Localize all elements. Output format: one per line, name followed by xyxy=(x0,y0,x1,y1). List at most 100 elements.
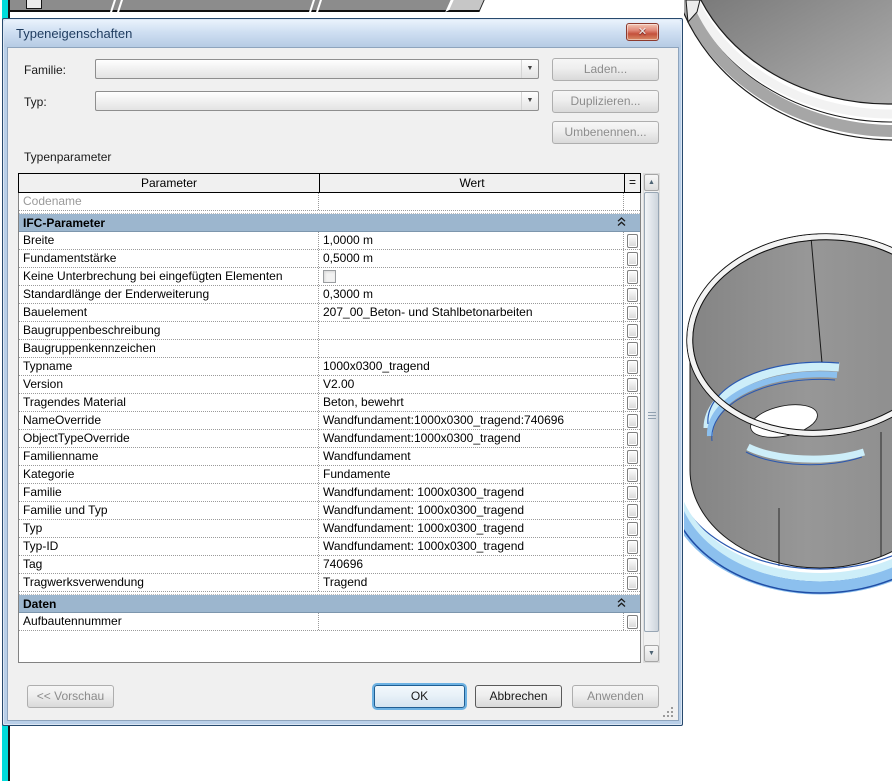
parameter-value-cell[interactable]: 1,0000 m xyxy=(319,232,624,249)
close-button[interactable]: ✕ xyxy=(626,23,659,41)
parameter-row[interactable]: TragwerksverwendungTragend xyxy=(19,574,640,592)
parameter-row[interactable]: VersionV2.00 xyxy=(19,376,640,394)
parameter-value-cell[interactable] xyxy=(319,322,624,339)
scrollbar-thumb[interactable] xyxy=(644,192,659,632)
family-combobox[interactable]: ▼ xyxy=(95,59,539,79)
parameter-row[interactable]: Standardlänge der Enderweiterung0,3000 m xyxy=(19,286,640,304)
cylindrical-wall-model[interactable] xyxy=(684,223,892,593)
parameter-value-cell[interactable]: Wandfundament xyxy=(319,448,624,465)
table-scrollbar[interactable]: ▲ ▼ xyxy=(643,173,660,663)
preview-button[interactable]: << Vorschau xyxy=(27,685,114,708)
parameter-row[interactable]: Baugruppenbeschreibung xyxy=(19,322,640,340)
parameter-row[interactable]: Baugruppenkennzeichen xyxy=(19,340,640,358)
equals-header-cell[interactable]: = xyxy=(624,174,640,192)
parameter-row[interactable]: Typ-IDWandfundament: 1000x0300_tragend xyxy=(19,538,640,556)
associate-parameter-button[interactable] xyxy=(627,504,638,518)
parameter-value-cell[interactable]: 0,3000 m xyxy=(319,286,624,303)
parameter-value-cell[interactable]: 1000x0300_tragend xyxy=(319,358,624,375)
parameter-value-cell[interactable]: Tragend xyxy=(319,574,624,591)
parameter-value-cell[interactable]: Wandfundament: 1000x0300_tragend xyxy=(319,538,624,555)
associate-parameter-button[interactable] xyxy=(627,306,638,320)
associate-parameter-button[interactable] xyxy=(627,288,638,302)
parameter-value-cell[interactable]: 207_00_Beton- und Stahlbetonarbeiten xyxy=(319,304,624,321)
parameter-value-cell[interactable]: Beton, bewehrt xyxy=(319,394,624,411)
associate-parameter-button[interactable] xyxy=(627,414,638,428)
associate-parameter-button[interactable] xyxy=(627,270,638,284)
scroll-up-icon[interactable]: ▲ xyxy=(644,174,659,191)
type-combobox[interactable]: ▼ xyxy=(95,91,539,111)
parameter-row[interactable]: Keine Unterbrechung bei eingefügten Elem… xyxy=(19,268,640,286)
parameter-value-cell[interactable]: Wandfundament:1000x0300_tragend xyxy=(319,430,624,447)
chevron-down-icon[interactable]: ▼ xyxy=(521,60,538,78)
parameter-value-cell[interactable] xyxy=(319,613,624,630)
3d-viewport[interactable] xyxy=(684,0,892,781)
apply-button[interactable]: Anwenden xyxy=(572,685,659,708)
parameter-value-cell[interactable]: 740696 xyxy=(319,556,624,573)
section-header-row[interactable]: IFC-Parameter xyxy=(19,214,640,232)
parameter-value-cell[interactable]: Wandfundament: 1000x0300_tragend xyxy=(319,484,624,501)
associate-parameter-button[interactable] xyxy=(627,540,638,554)
parameter-row[interactable]: FamiliennameWandfundament xyxy=(19,448,640,466)
collapse-chevron-icon[interactable] xyxy=(617,595,626,613)
value-column-header[interactable]: Wert xyxy=(320,174,624,192)
associate-parameter-button[interactable] xyxy=(627,522,638,536)
parameter-value-cell[interactable] xyxy=(319,340,624,357)
chevron-down-icon[interactable]: ▼ xyxy=(521,92,538,110)
parameter-row[interactable]: Breite1,0000 m xyxy=(19,232,640,250)
parameter-row[interactable]: KategorieFundamente xyxy=(19,466,640,484)
associate-parameter-button[interactable] xyxy=(627,432,638,446)
parameter-row[interactable]: Tragendes MaterialBeton, bewehrt xyxy=(19,394,640,412)
associate-parameter-button[interactable] xyxy=(627,360,638,374)
associate-parameter-cell xyxy=(624,484,640,501)
parameter-row[interactable]: Familie und TypWandfundament: 1000x0300_… xyxy=(19,502,640,520)
ok-button[interactable]: OK xyxy=(374,685,465,708)
associate-parameter-button[interactable] xyxy=(627,486,638,500)
parameter-value-cell[interactable]: Fundamente xyxy=(319,466,624,483)
parameter-value-cell[interactable]: Wandfundament: 1000x0300_tragend xyxy=(319,520,624,537)
parameter-value-cell[interactable]: 0,5000 m xyxy=(319,250,624,267)
parameter-value-cell[interactable] xyxy=(319,193,624,210)
associate-parameter-button[interactable] xyxy=(627,468,638,482)
parameter-name-cell: Breite xyxy=(19,232,319,249)
associate-parameter-button[interactable] xyxy=(627,615,638,629)
resize-grip-icon[interactable] xyxy=(662,706,674,718)
collapse-chevron-icon[interactable] xyxy=(617,214,626,232)
associate-parameter-button[interactable] xyxy=(627,252,638,266)
rename-button[interactable]: Umbenennen... xyxy=(552,121,659,144)
associate-parameter-button[interactable] xyxy=(627,342,638,356)
associate-parameter-button[interactable] xyxy=(627,234,638,248)
parameter-name-cell: Typ xyxy=(19,520,319,537)
associate-parameter-button[interactable] xyxy=(627,558,638,572)
dialog-titlebar[interactable]: Typeneigenschaften ✕ xyxy=(4,20,681,47)
duplicate-button[interactable]: Duplizieren... xyxy=(552,90,659,113)
parameter-row[interactable]: NameOverrideWandfundament:1000x0300_trag… xyxy=(19,412,640,430)
parameter-value-cell[interactable]: Wandfundament: 1000x0300_tragend xyxy=(319,502,624,519)
associate-parameter-button[interactable] xyxy=(627,378,638,392)
parameter-row[interactable]: ObjectTypeOverrideWandfundament:1000x030… xyxy=(19,430,640,448)
parameter-row[interactable]: Typname1000x0300_tragend xyxy=(19,358,640,376)
row-checkbox[interactable] xyxy=(323,270,336,283)
cylinder-top-model[interactable] xyxy=(684,0,892,140)
associate-parameter-button[interactable] xyxy=(627,450,638,464)
parameter-value-cell[interactable]: Wandfundament:1000x0300_tragend:740696 xyxy=(319,412,624,429)
parameter-row[interactable]: FamilieWandfundament: 1000x0300_tragend xyxy=(19,484,640,502)
parameter-row[interactable]: Tag740696 xyxy=(19,556,640,574)
associate-parameter-cell xyxy=(624,394,640,411)
model-slab-edge[interactable] xyxy=(10,0,460,12)
parameter-column-header[interactable]: Parameter xyxy=(19,174,320,192)
associate-parameter-button[interactable] xyxy=(627,576,638,590)
parameter-row[interactable]: Fundamentstärke0,5000 m xyxy=(19,250,640,268)
parameter-value-cell[interactable] xyxy=(319,268,624,285)
cancel-button[interactable]: Abbrechen xyxy=(475,685,562,708)
parameter-row[interactable]: Aufbautennummer xyxy=(19,613,640,631)
parameter-row[interactable]: Bauelement207_00_Beton- und Stahlbetonar… xyxy=(19,304,640,322)
section-header-row[interactable]: Daten xyxy=(19,595,640,613)
parameter-row[interactable]: TypWandfundament: 1000x0300_tragend xyxy=(19,520,640,538)
parameter-row[interactable]: Codename xyxy=(19,193,640,211)
associate-parameter-button[interactable] xyxy=(627,396,638,410)
associate-parameter-button[interactable] xyxy=(627,324,638,338)
parameter-value-cell[interactable]: V2.00 xyxy=(319,376,624,393)
scroll-down-icon[interactable]: ▼ xyxy=(644,645,659,662)
parameter-name-cell: Codename xyxy=(19,193,319,210)
load-button[interactable]: Laden... xyxy=(552,58,659,81)
